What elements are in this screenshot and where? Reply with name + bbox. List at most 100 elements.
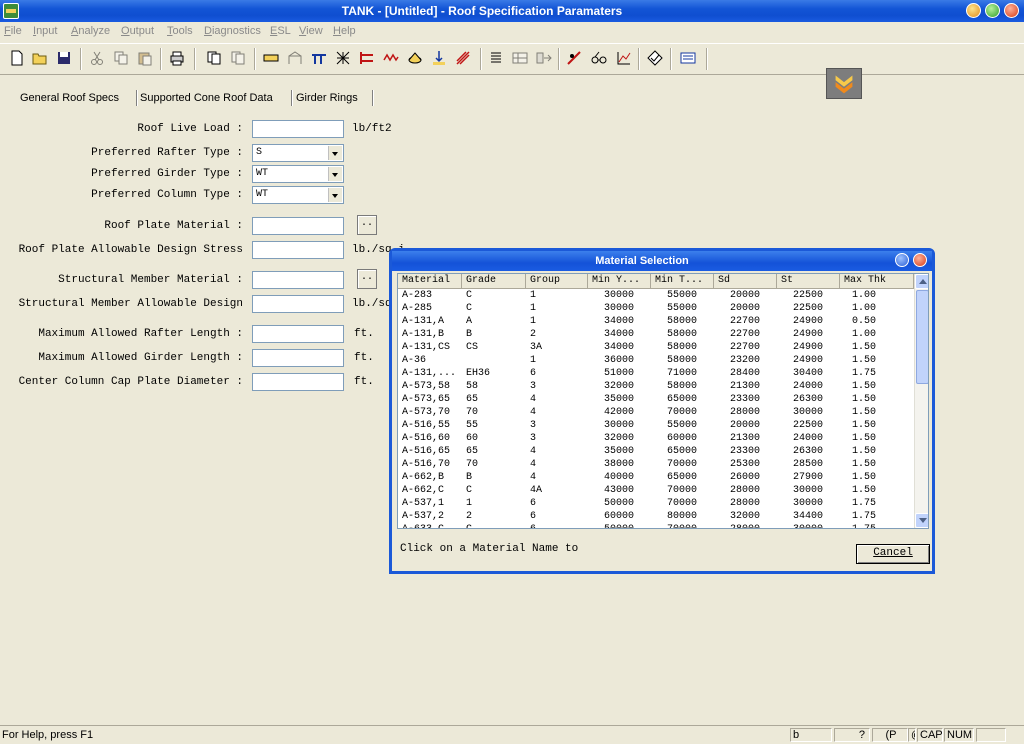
grid-icon[interactable] — [335, 50, 351, 66]
table-row[interactable]: A-573,70 70 4 42000 70000 28000 30000 1.50 — [398, 406, 914, 419]
table-row[interactable]: A-131,CS CS 3A 34000 58000 22700 24900 1.50 — [398, 341, 914, 354]
column-header-sd[interactable]: Sd — [714, 274, 777, 289]
roof-live-load-input[interactable] — [252, 120, 344, 138]
wave-icon[interactable] — [383, 50, 399, 66]
cell-material[interactable]: A-36 — [402, 354, 460, 367]
stairs-icon[interactable] — [566, 50, 582, 66]
cell-material[interactable]: A-573,65 — [402, 393, 460, 406]
save-icon[interactable] — [56, 50, 72, 66]
cell-material[interactable]: A-573,58 — [402, 380, 460, 393]
table-row[interactable]: A-36 1 36000 58000 23200 24900 1.50 — [398, 354, 914, 367]
check-icon[interactable] — [647, 50, 663, 66]
table-icon[interactable] — [512, 50, 528, 66]
cell-material[interactable]: A-516,65 — [402, 445, 460, 458]
table-row[interactable]: A-633,C C 6 50000 70000 28000 30000 1.75 — [398, 523, 914, 528]
close-icon[interactable] — [913, 253, 927, 267]
table-row[interactable]: A-131,... EH36 6 51000 71000 28400 30400 1.75 — [398, 367, 914, 380]
column-header-min-yield[interactable]: Min Y... — [588, 274, 651, 289]
table-row[interactable]: A-516,55 55 3 30000 55000 20000 22500 1.50 — [398, 419, 914, 432]
scroll-up-icon[interactable] — [915, 274, 928, 289]
print-icon[interactable] — [169, 50, 185, 66]
cell-material[interactable]: A-131,... — [402, 367, 460, 380]
scroll-down-icon[interactable] — [915, 513, 928, 528]
load-icon[interactable] — [431, 50, 447, 66]
table-row[interactable]: A-573,58 58 3 32000 58000 21300 24000 1.50 — [398, 380, 914, 393]
ruler-icon[interactable] — [263, 50, 279, 66]
cell-material[interactable]: A-285 — [402, 302, 460, 315]
graph-icon[interactable] — [616, 50, 632, 66]
tab-supported-cone-roof-data[interactable]: Supported Cone Roof Data — [140, 88, 273, 108]
table-row[interactable]: A-537,2 2 6 60000 80000 32000 34400 1.75 — [398, 510, 914, 523]
material-list[interactable]: Material Grade Group Min Y... Min T... S… — [397, 273, 929, 529]
paste-icon[interactable] — [137, 50, 153, 66]
menu-analyze[interactable]: Analyze — [71, 25, 110, 37]
paste-doc-icon[interactable] — [230, 50, 246, 66]
column-header-group[interactable]: Group — [526, 274, 588, 289]
menu-tools[interactable]: Tools — [167, 25, 193, 37]
column-header-grade[interactable]: Grade — [462, 274, 526, 289]
copy-doc-icon[interactable] — [206, 50, 222, 66]
cell-material[interactable]: A-537,2 — [402, 510, 460, 523]
title-bar[interactable]: TANK - [Untitled] - Roof Specification P… — [0, 0, 1024, 22]
cell-material[interactable]: A-131,A — [402, 315, 460, 328]
new-icon[interactable] — [9, 50, 25, 66]
cell-material[interactable]: A-537,1 — [402, 497, 460, 510]
table-row[interactable]: A-516,65 65 4 35000 65000 23300 26300 1.50 — [398, 445, 914, 458]
rafter-type-select[interactable]: S — [252, 144, 344, 162]
cap-plate-diameter-input[interactable] — [252, 373, 344, 391]
column-type-select[interactable]: WT — [252, 186, 344, 204]
table-row[interactable]: A-285 C 1 30000 55000 20000 22500 1.00 — [398, 302, 914, 315]
list-icon[interactable] — [488, 50, 504, 66]
vertical-scrollbar[interactable] — [914, 274, 928, 528]
table-row[interactable]: A-662,B B 4 40000 65000 26000 27900 1.50 — [398, 471, 914, 484]
cancel-button[interactable]: Cancel — [856, 544, 930, 564]
girder-type-select[interactable]: WT — [252, 165, 344, 183]
open-icon[interactable] — [32, 50, 48, 66]
roof-plate-material-input[interactable] — [252, 217, 344, 235]
cone-icon[interactable] — [407, 50, 423, 66]
minimize-button[interactable] — [966, 3, 981, 18]
menu-esl[interactable]: ESL — [270, 25, 291, 37]
chevron-down-icon[interactable] — [328, 167, 342, 181]
export-icon[interactable] — [536, 50, 552, 66]
cell-material[interactable]: A-516,55 — [402, 419, 460, 432]
menu-file[interactable]: File — [4, 25, 22, 37]
table-row[interactable]: A-283 C 1 30000 55000 20000 22500 1.00 — [398, 289, 914, 302]
dialog-title-bar[interactable]: Material Selection — [392, 251, 932, 271]
chevron-down-icon[interactable] — [328, 146, 342, 160]
cell-material[interactable]: A-516,70 — [402, 458, 460, 471]
roof-icon[interactable] — [287, 50, 303, 66]
table-row[interactable]: A-537,1 1 6 50000 70000 28000 30000 1.75 — [398, 497, 914, 510]
column-header-min-tensile[interactable]: Min T... — [651, 274, 714, 289]
max-girder-length-input[interactable] — [252, 349, 344, 367]
column-header-max-thk[interactable]: Max Thk — [840, 274, 914, 289]
tab-general-roof-specs[interactable]: General Roof Specs — [20, 88, 119, 108]
cell-material[interactable]: A-662,B — [402, 471, 460, 484]
cell-material[interactable]: A-516,60 — [402, 432, 460, 445]
menu-view[interactable]: View — [299, 25, 323, 37]
cell-material[interactable]: A-633,C — [402, 523, 460, 528]
column-header-st[interactable]: St — [777, 274, 840, 289]
glasses-icon[interactable] — [591, 50, 607, 66]
cell-material[interactable]: A-573,70 — [402, 406, 460, 419]
girder-icon[interactable] — [359, 50, 375, 66]
struct-member-material-input[interactable] — [252, 271, 344, 289]
cut-icon[interactable] — [89, 50, 105, 66]
roof-plate-stress-input[interactable] — [252, 241, 344, 259]
table-row[interactable]: A-662,C C 4A 43000 70000 28000 30000 1.50 — [398, 484, 914, 497]
table-row[interactable]: A-131,A A 1 34000 58000 22700 24900 0.50 — [398, 315, 914, 328]
column-header-material[interactable]: Material — [398, 274, 462, 289]
menu-input[interactable]: Input — [33, 25, 57, 37]
table-row[interactable]: A-131,B B 2 34000 58000 22700 24900 1.00 — [398, 328, 914, 341]
cell-material[interactable]: A-131,B — [402, 328, 460, 341]
help-icon[interactable] — [895, 253, 909, 267]
maximize-button[interactable] — [985, 3, 1000, 18]
menu-output[interactable]: Output — [121, 25, 154, 37]
esl-icon[interactable] — [680, 50, 696, 66]
close-button[interactable] — [1004, 3, 1019, 18]
menu-help[interactable]: Help — [333, 25, 356, 37]
chevron-down-icon[interactable] — [328, 188, 342, 202]
cell-material[interactable]: A-662,C — [402, 484, 460, 497]
rafter-icon[interactable] — [311, 50, 327, 66]
table-row[interactable]: A-516,60 60 3 32000 60000 21300 24000 1.50 — [398, 432, 914, 445]
